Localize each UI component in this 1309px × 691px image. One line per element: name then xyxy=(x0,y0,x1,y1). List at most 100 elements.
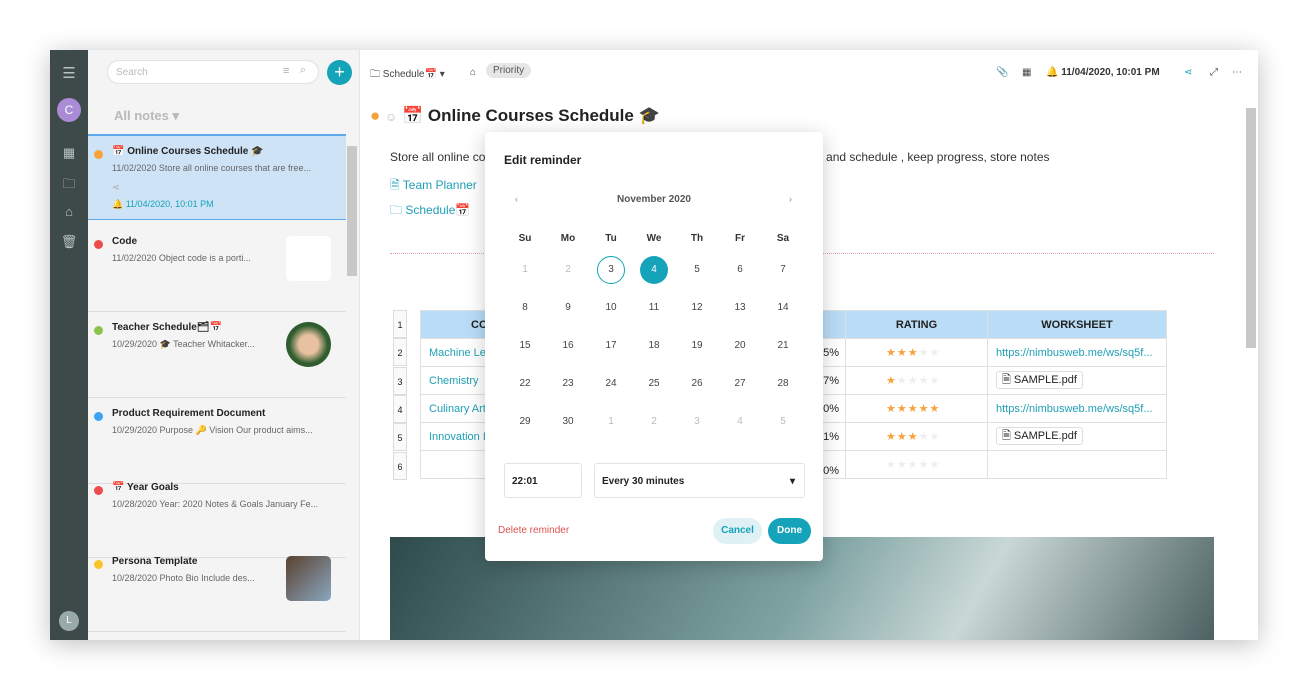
color-dot xyxy=(94,486,103,495)
user-avatar[interactable]: L xyxy=(59,611,79,631)
calendar-day[interactable]: 9 xyxy=(553,294,583,322)
repeat-select[interactable]: Every 30 minutes ▾ xyxy=(594,463,805,498)
course-link[interactable]: Chemistry xyxy=(429,375,479,387)
tag-icon[interactable]: ⌂ xyxy=(50,204,88,219)
calendar-day[interactable]: 3 xyxy=(597,256,625,284)
course-link[interactable]: Machine Le xyxy=(429,347,486,359)
list-scrollbar[interactable] xyxy=(347,146,357,276)
dialog-title: Edit reminder xyxy=(504,153,582,167)
note-list-item[interactable]: Teacher Schedule🗂📅 10/29/2020 🎓 Teacher … xyxy=(88,312,346,398)
menu-icon[interactable]: ☰ xyxy=(50,64,88,82)
done-button[interactable]: Done xyxy=(768,518,811,544)
delete-reminder-link[interactable]: Delete reminder xyxy=(498,525,569,536)
calendar-day[interactable]: 23 xyxy=(553,370,583,398)
time-input[interactable]: 22:01 xyxy=(504,463,582,498)
folder-icon[interactable]: 🗀 xyxy=(50,175,88,197)
calendar-day[interactable]: 16 xyxy=(553,332,583,360)
calendar-day[interactable]: 12 xyxy=(682,294,712,322)
all-notes-label: All notes xyxy=(114,108,169,123)
attachment-icon[interactable]: 📎 xyxy=(996,67,1008,78)
worksheet-link[interactable]: https://nimbusweb.me/ws/sq5f... xyxy=(996,403,1153,415)
note-list-item[interactable]: Persona Template 10/28/2020 Photo Bio In… xyxy=(88,546,346,632)
calendar-day[interactable]: 15 xyxy=(510,332,540,360)
row-number[interactable]: 6 xyxy=(393,451,407,480)
rating-stars[interactable]: ★★★★★ xyxy=(886,375,940,387)
calendar-day[interactable]: 29 xyxy=(510,408,540,436)
calendar-day[interactable]: 2 xyxy=(553,256,583,284)
calendar-day[interactable]: 5 xyxy=(768,408,798,436)
calendar-day[interactable]: 27 xyxy=(725,370,755,398)
calendar-day[interactable]: 20 xyxy=(725,332,755,360)
rating-stars[interactable]: ★★★★★ xyxy=(886,459,940,471)
note-list-item[interactable]: Code 11/02/2020 Object code is a porti..… xyxy=(88,226,346,312)
note-list-item[interactable]: 📅 Online Courses Schedule 🎓 11/02/2020 S… xyxy=(88,134,346,220)
calendar-day[interactable]: 13 xyxy=(725,294,755,322)
pdf-attachment[interactable]: 🗎 SAMPLE.pdf xyxy=(996,371,1083,389)
reminder-date: 11/04/2020, 10:01 PM xyxy=(1061,67,1160,78)
grid-icon[interactable]: ▦ xyxy=(50,145,88,161)
calendar-day[interactable]: 30 xyxy=(553,408,583,436)
tag-priority[interactable]: Priority xyxy=(486,63,532,78)
color-dot[interactable]: ● xyxy=(370,106,380,125)
calendar-day[interactable]: 19 xyxy=(682,332,712,360)
row-number[interactable]: 4 xyxy=(393,394,407,423)
filter-icon[interactable]: ≡ xyxy=(283,65,289,77)
calendar-day[interactable]: 21 xyxy=(768,332,798,360)
calendar-day[interactable]: 22 xyxy=(510,370,540,398)
calendar-day[interactable]: 18 xyxy=(639,332,669,360)
calendar-day[interactable]: 17 xyxy=(596,332,626,360)
outline-icon[interactable]: ▦ xyxy=(1022,67,1031,78)
cancel-button[interactable]: Cancel xyxy=(713,518,762,544)
expand-icon[interactable]: ⤢ xyxy=(1210,67,1218,78)
row-number[interactable]: 2 xyxy=(393,338,407,367)
row-number[interactable]: 5 xyxy=(393,423,407,452)
calendar-day[interactable]: 2 xyxy=(639,408,669,436)
editor-scrollbar[interactable] xyxy=(1246,108,1256,348)
calendar-day[interactable]: 26 xyxy=(682,370,712,398)
calendar-day[interactable]: 4 xyxy=(725,408,755,436)
all-notes-dropdown[interactable]: All notes ▾ xyxy=(114,108,179,124)
calendar-day[interactable]: 7 xyxy=(768,256,798,284)
avatar[interactable]: C xyxy=(57,98,81,122)
more-icon[interactable]: ⋯ xyxy=(1232,67,1242,78)
worksheet-link[interactable]: https://nimbusweb.me/ws/sq5f... xyxy=(996,347,1153,359)
reminder-button[interactable]: 🔔 11/04/2020, 10:01 PM xyxy=(1046,67,1160,78)
note-title[interactable]: 📅 Online Courses Schedule 🎓 xyxy=(402,106,660,125)
calendar-day[interactable]: 28 xyxy=(768,370,798,398)
note-thumbnail xyxy=(286,556,331,601)
calendar-day[interactable]: 14 xyxy=(768,294,798,322)
calendar-day[interactable]: 6 xyxy=(725,256,755,284)
progress-value: 5% xyxy=(823,346,839,359)
note-snippet: 10/29/2020 🎓 Teacher Whitacker... xyxy=(112,339,255,349)
calendar-day[interactable]: 11 xyxy=(639,294,669,322)
calendar-day[interactable]: 24 xyxy=(596,370,626,398)
schedule-link[interactable]: 🗀 Schedule📅 xyxy=(390,201,470,222)
emoji-icon[interactable]: ☺ xyxy=(385,110,397,124)
rating-stars[interactable]: ★★★★★ xyxy=(886,431,940,443)
team-planner-link[interactable]: 🗎 Team Planner xyxy=(390,176,477,197)
calendar-day[interactable]: 25 xyxy=(639,370,669,398)
rating-stars[interactable]: ★★★★★ xyxy=(886,347,940,359)
note-snippet: 11/02/2020 Object code is a porti... xyxy=(112,253,251,263)
calendar-day[interactable]: 5 xyxy=(682,256,712,284)
add-note-button[interactable]: + xyxy=(327,60,352,85)
calendar-day[interactable]: 8 xyxy=(510,294,540,322)
course-link[interactable]: Culinary Art xyxy=(429,403,486,415)
tag-icon[interactable]: ⌂ xyxy=(470,67,476,78)
search-icon[interactable]: ⌕ xyxy=(300,64,306,77)
course-link[interactable]: Innovation I xyxy=(429,431,486,443)
folder-breadcrumb[interactable]: 🗀 Schedule📅 ▾ xyxy=(370,67,445,84)
trash-icon[interactable]: 🗑 xyxy=(50,234,88,250)
next-month-button[interactable]: › xyxy=(789,194,792,204)
rating-stars[interactable]: ★★★★★ xyxy=(886,403,940,415)
row-number[interactable]: 1 xyxy=(393,310,407,338)
calendar-day[interactable]: 1 xyxy=(596,408,626,436)
calendar-day[interactable]: 4 xyxy=(640,256,668,284)
notes-list: Search ≡ ⌕ + All notes ▾ 📅 Online Course… xyxy=(88,50,360,640)
calendar-day[interactable]: 1 xyxy=(510,256,540,284)
share-icon[interactable]: ⋖ xyxy=(1184,67,1192,78)
calendar-day[interactable]: 3 xyxy=(682,408,712,436)
pdf-attachment[interactable]: 🗎 SAMPLE.pdf xyxy=(996,427,1083,445)
row-number[interactable]: 3 xyxy=(393,366,407,395)
calendar-day[interactable]: 10 xyxy=(596,294,626,322)
